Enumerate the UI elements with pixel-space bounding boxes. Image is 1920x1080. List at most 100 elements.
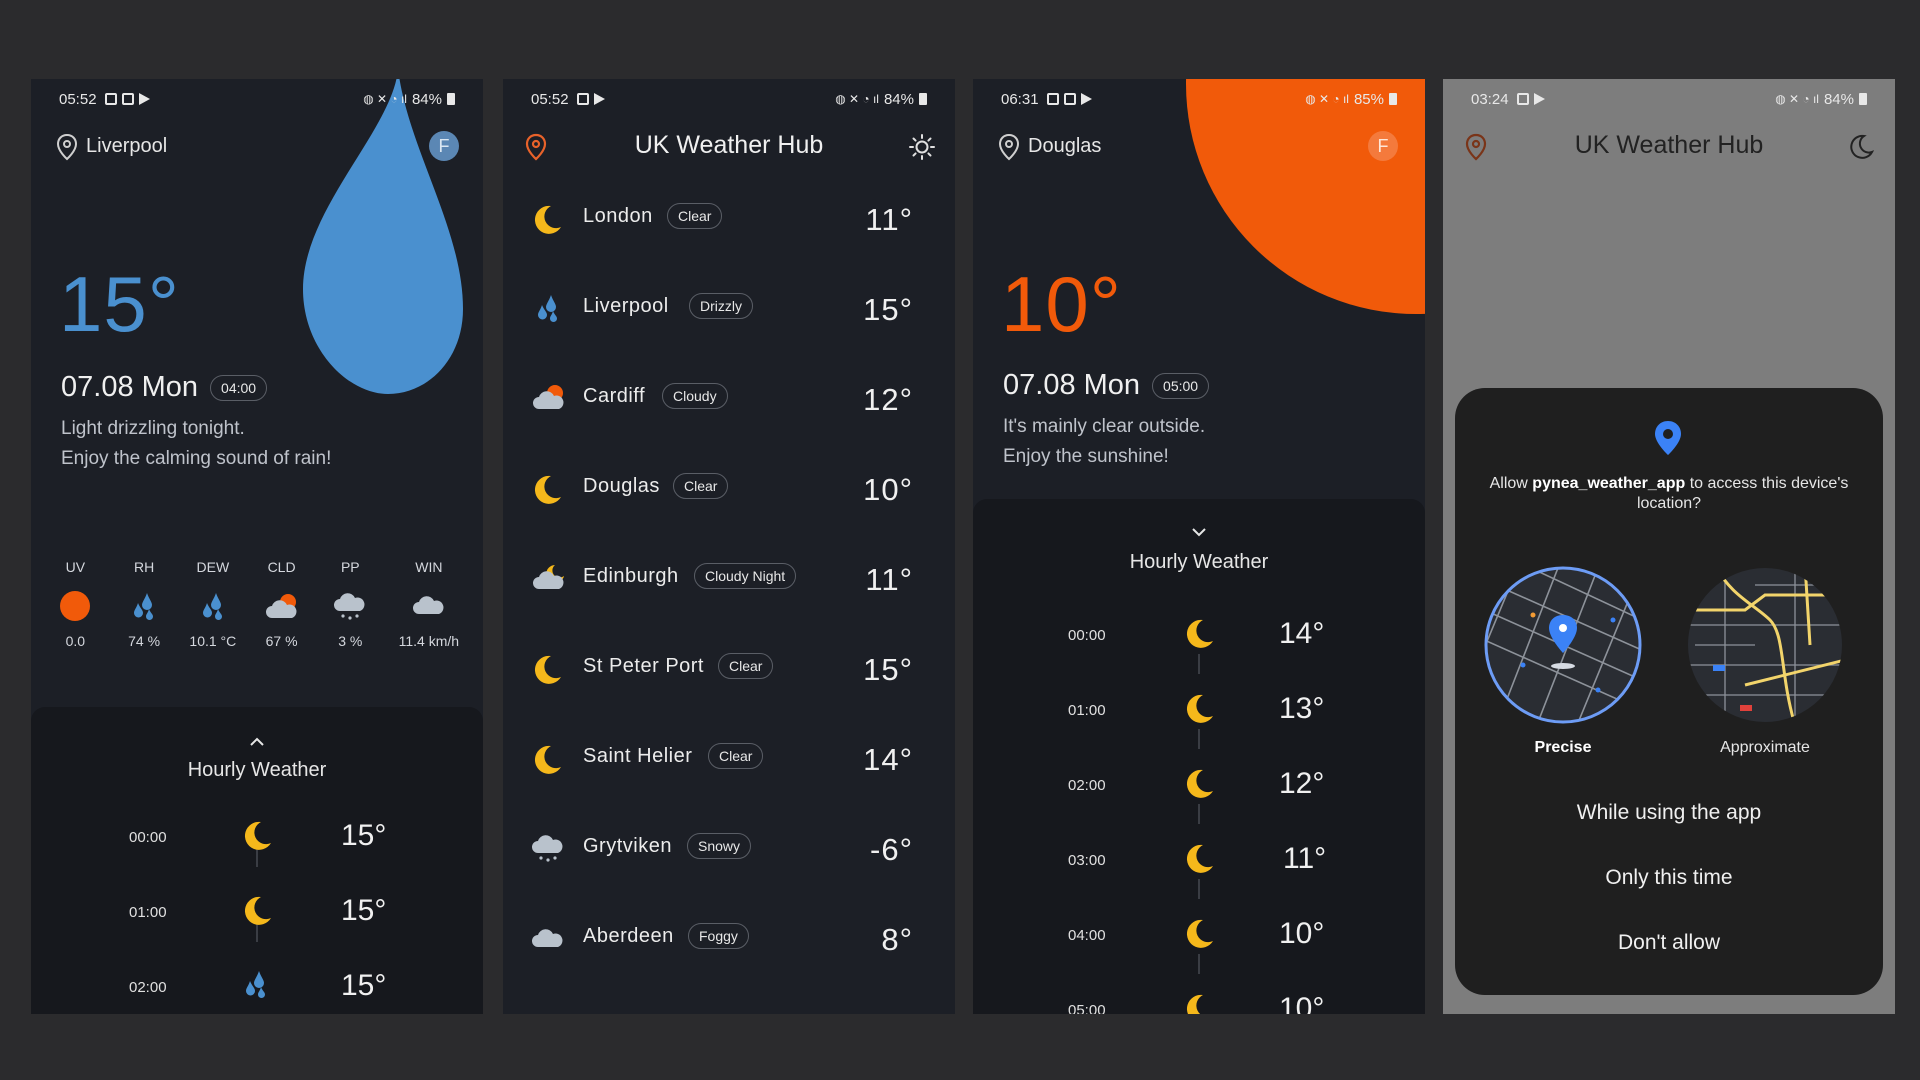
hour-temp: 15° (341, 969, 387, 1002)
hour-temp: 12° (1279, 767, 1325, 800)
location-name[interactable]: Douglas (1028, 135, 1101, 158)
play-icon (138, 93, 150, 105)
sun-theme-icon[interactable] (908, 133, 936, 161)
profile-button[interactable]: F (1368, 131, 1398, 161)
city-row-liverpool[interactable]: Liverpool Drizzly 15° (503, 280, 955, 340)
city-name: Douglas (583, 475, 660, 497)
approximate-label[interactable]: Approximate (1685, 739, 1845, 757)
while-using-app-button[interactable]: While using the app (1455, 801, 1883, 825)
moon-theme-icon[interactable] (1847, 133, 1875, 161)
location-name[interactable]: Liverpool (86, 135, 167, 158)
liverpool-screen: 05:52 ◍ ✕ ◔ ıl 84% Liverpool F 15° 07.08… (31, 79, 483, 1014)
city-name: Edinburgh (583, 565, 679, 587)
location-pin-icon (56, 133, 78, 161)
stat-win: WIN 11.4 km/h (385, 559, 473, 649)
weather-stats: UV 0.0 RH 74 % DEW 10.1 °C CLD 67 % PP 3… (41, 559, 473, 649)
hour-temp: 10° (1279, 992, 1325, 1014)
hour-time: 00:00 (129, 829, 167, 846)
hour-time: 01:00 (129, 904, 167, 921)
condition-badge: Cloudy (662, 383, 728, 409)
condition-badge: Clear (673, 473, 729, 499)
battery-percent: 84% (1823, 90, 1854, 108)
signal-icons: ◍ ✕ ◔ ıl (1775, 92, 1819, 106)
condition-badge: Foggy (688, 923, 749, 949)
hour-time: 03:00 (1068, 852, 1106, 869)
battery-icon (1859, 93, 1867, 105)
chevron-down-icon[interactable] (1190, 526, 1208, 538)
location-permission-dialog: Allow pynea_weather_app to access this d… (1455, 388, 1883, 995)
chevron-up-icon[interactable] (248, 736, 266, 748)
hour-time: 02:00 (1068, 777, 1106, 794)
hour-time: 02:00 (129, 979, 167, 996)
permission-screen: 03:24 ◍ ✕ ◔ ıl 84% UK Weather Hub Allow … (1443, 79, 1895, 1014)
hour-time: 01:00 (1068, 702, 1106, 719)
approximate-map-option[interactable] (1685, 565, 1845, 725)
precise-label[interactable]: Precise (1483, 739, 1643, 757)
battery-icon (919, 93, 927, 105)
city-row-edinburgh[interactable]: Edinburgh Cloudy Night 11° (503, 550, 955, 610)
moon-icon (534, 205, 561, 234)
status-bar: 03:24 ◍ ✕ ◔ ıl 84% (1443, 79, 1895, 119)
stat-dew: DEW 10.1 °C (178, 559, 247, 649)
cloud-moon-icon (533, 565, 564, 589)
city-name: London (583, 205, 653, 227)
hourly-weather-panel[interactable]: Hourly Weather 00:00 14° 01:00 13° 02:00… (973, 499, 1425, 1014)
dont-allow-button[interactable]: Don't allow (1455, 931, 1883, 955)
stat-label: CLD (267, 559, 296, 575)
douglas-screen: 06:31 ◍ ✕ ◔ ıl 85% Douglas F 10° 07.08 M… (973, 79, 1425, 1014)
hour-temp: 11° (1283, 842, 1327, 875)
drops-icon (246, 971, 265, 998)
notification-icon (576, 93, 589, 105)
status-time: 06:31 (1001, 90, 1039, 108)
weather-description-line1: It's mainly clear outside. (1003, 416, 1206, 437)
hourly-row: 04:00 10° (973, 911, 1425, 961)
notification-icon (1516, 93, 1529, 105)
app-title: UK Weather Hub (634, 131, 824, 159)
city-row-aberdeen[interactable]: Aberdeen Foggy 8° (503, 910, 955, 970)
stat-rh: RH 74 % (110, 559, 179, 649)
city-row-london[interactable]: London Clear 11° (503, 190, 955, 250)
hourly-weather-panel[interactable]: Hourly Weather 00:00 15° 01:00 15° 02:00… (31, 707, 483, 1014)
city-row-grytviken[interactable]: Grytviken Snowy -6° (503, 820, 955, 880)
city-temp: 15° (863, 652, 913, 687)
time-badge: 05:00 (1152, 372, 1210, 399)
app-name: pynea_weather_app (1532, 475, 1686, 492)
status-time: 05:52 (531, 90, 569, 108)
precise-map-option[interactable] (1483, 565, 1643, 725)
cloud-snow-icon (532, 835, 563, 862)
stat-label: RH (133, 559, 155, 575)
hourly-row: 01:00 15° (31, 888, 483, 938)
profile-button[interactable]: F (429, 131, 459, 161)
city-temp: 14° (863, 742, 913, 777)
hour-temp: 13° (1279, 692, 1325, 725)
raindrop-decoration (303, 79, 463, 394)
only-this-time-button[interactable]: Only this time (1455, 866, 1883, 890)
moon-icon (1186, 844, 1213, 873)
stat-label: PP (340, 559, 360, 575)
city-temp: 10° (863, 472, 913, 507)
city-temp: 15° (863, 292, 913, 327)
moon-icon (534, 475, 561, 504)
city-temp: -6° (870, 832, 913, 867)
hourly-row: 02:00 15° (31, 963, 483, 1013)
stat-cld: CLD 67 % (247, 559, 316, 649)
current-date: 07.08 Mon (1003, 369, 1141, 401)
signal-icons: ◍ ✕ ◔ ıl (835, 92, 879, 106)
moon-icon (244, 896, 271, 925)
moon-icon (1186, 619, 1213, 648)
battery-icon (1389, 93, 1397, 105)
city-row-douglas[interactable]: Douglas Clear 10° (503, 460, 955, 520)
signal-icons: ◍ ✕ ◔ ıl (1305, 92, 1349, 106)
condition-badge: Cloudy Night (694, 563, 797, 589)
city-row-cardiff[interactable]: Cardiff Cloudy 12° (503, 370, 955, 430)
stat-pp: PP 3 % (316, 559, 385, 649)
city-row-saint-helier[interactable]: Saint Helier Clear 14° (503, 730, 955, 790)
stat-value: 74 % (128, 633, 161, 649)
city-row-st-peter-port[interactable]: St Peter Port Clear 15° (503, 640, 955, 700)
stat-value: 0.0 (65, 633, 86, 649)
moon-icon (1186, 694, 1213, 723)
battery-percent: 84% (883, 90, 914, 108)
weather-description-line2: Enjoy the sunshine! (1003, 446, 1169, 467)
city-name: St Peter Port (583, 655, 704, 677)
hourly-row: 00:00 14° (973, 611, 1425, 661)
